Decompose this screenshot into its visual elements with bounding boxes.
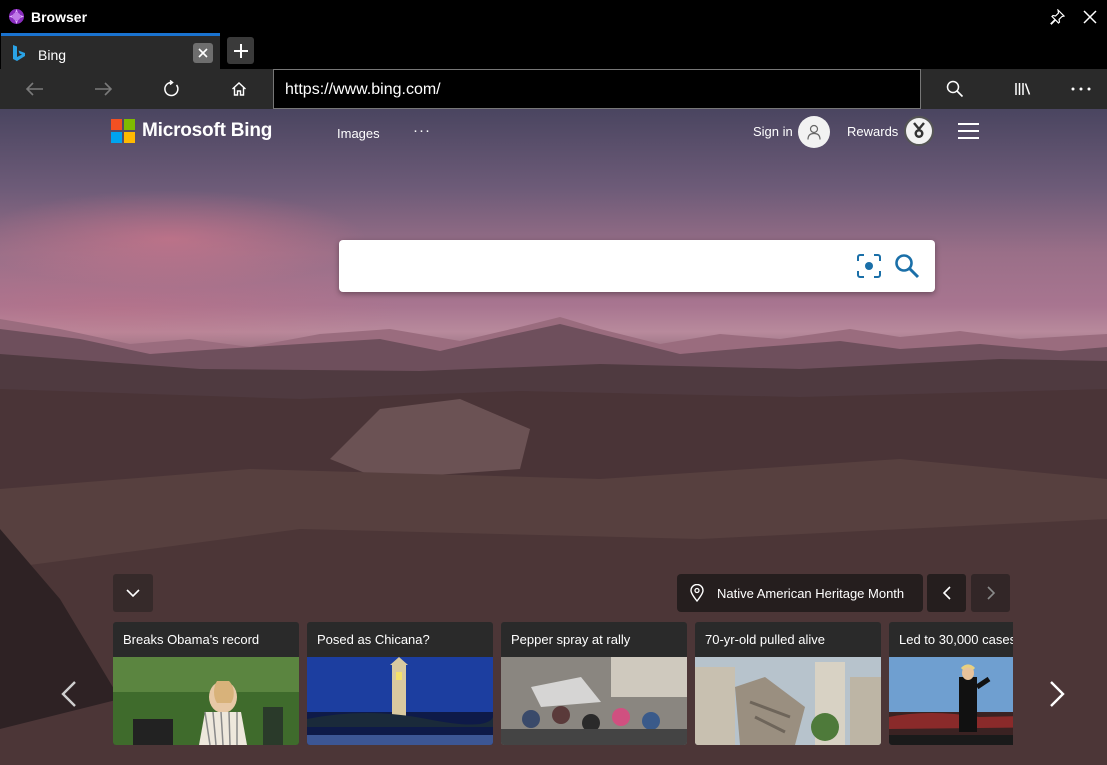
bing-homepage: Microsoft Bing Images ··· Sign in Reward… [0, 109, 1107, 765]
find-button[interactable] [942, 77, 968, 101]
next-image-button[interactable] [971, 574, 1010, 612]
user-icon [807, 124, 821, 140]
arrow-right-icon [95, 82, 112, 96]
news-card-image [307, 657, 493, 745]
new-tab-button[interactable] [227, 37, 254, 64]
news-card[interactable]: Breaks Obama's record [113, 622, 299, 745]
close-icon [198, 48, 208, 58]
back-button[interactable] [22, 77, 48, 101]
refresh-icon [164, 80, 179, 97]
rewards-link[interactable]: Rewards [847, 124, 898, 139]
pin-icon [1050, 9, 1065, 25]
hamburger-line [958, 137, 979, 139]
bing-favicon-icon [13, 45, 25, 61]
close-window-button[interactable] [1079, 6, 1101, 28]
image-topic-label: Native American Heritage Month [717, 586, 905, 601]
microsoft-logo-icon [111, 119, 135, 143]
carousel-next-button[interactable] [1044, 679, 1068, 709]
rewards-badge[interactable] [904, 116, 934, 146]
navigation-bar: https://www.bing.com/ [0, 69, 1107, 109]
sign-in-link[interactable]: Sign in [753, 124, 793, 139]
news-card-title: 70-yr-old pulled alive [705, 632, 825, 647]
tab-close-button[interactable] [193, 43, 213, 63]
forward-button[interactable] [90, 77, 116, 101]
search-box [339, 240, 935, 292]
carousel-previous-button[interactable] [58, 679, 82, 709]
home-icon [232, 82, 246, 96]
image-topic-button[interactable]: Native American Heritage Month [677, 574, 923, 612]
browser-gem-icon [9, 9, 24, 24]
chevron-down-icon [126, 589, 140, 597]
news-card-title: Posed as Chicana? [317, 632, 430, 647]
nav-images-link[interactable]: Images [337, 126, 380, 141]
visual-search-icon[interactable] [856, 253, 882, 279]
news-card[interactable]: Pepper spray at rally [501, 622, 687, 745]
chevron-left-icon [942, 586, 951, 600]
news-card-image [501, 657, 687, 745]
address-bar[interactable]: https://www.bing.com/ [273, 69, 921, 109]
logo-text: Microsoft Bing [142, 120, 273, 141]
home-button[interactable] [226, 77, 252, 101]
avatar[interactable] [798, 116, 830, 148]
window-title: Browser [31, 9, 88, 25]
news-card-image [695, 657, 881, 745]
tab-bing[interactable]: Bing [1, 33, 220, 69]
arrow-left-icon [26, 82, 43, 96]
news-carousel: Breaks Obama's record Posed as Chicana? [113, 622, 1013, 746]
news-card[interactable]: Led to 30,000 cases? [889, 622, 1013, 745]
news-card[interactable]: 70-yr-old pulled alive [695, 622, 881, 745]
news-card[interactable]: Posed as Chicana? [307, 622, 493, 745]
news-card-image [113, 657, 299, 745]
search-icon [946, 80, 964, 98]
search-icon[interactable] [894, 253, 920, 279]
nav-more-button[interactable]: ··· [413, 122, 431, 139]
tab-title: Bing [38, 47, 67, 63]
address-url: https://www.bing.com/ [285, 81, 441, 98]
chevron-right-icon [986, 586, 995, 600]
microsoft-bing-logo[interactable]: Microsoft Bing [111, 119, 272, 143]
title-bar: Browser [0, 0, 1107, 33]
refresh-button[interactable] [158, 77, 184, 101]
news-card-image [889, 657, 1013, 745]
library-button[interactable] [1010, 77, 1036, 101]
browser-window: Browser Bing https://www.bing.com/ Micro… [0, 0, 1107, 765]
rewards-medal-icon [913, 122, 925, 138]
hamburger-line [958, 123, 979, 125]
collapse-feed-button[interactable] [113, 574, 153, 612]
location-pin-icon [690, 584, 704, 602]
news-card-title: Pepper spray at rally [511, 632, 631, 647]
more-options-button[interactable] [1068, 77, 1094, 101]
menu-button[interactable] [958, 123, 979, 139]
pin-window-button[interactable] [1046, 6, 1068, 28]
news-card-title: Led to 30,000 cases? [899, 632, 1013, 647]
hamburger-line [958, 130, 979, 132]
news-card-title: Breaks Obama's record [123, 632, 260, 647]
plus-icon [233, 43, 248, 58]
library-icon [1015, 83, 1031, 95]
close-icon [1083, 10, 1097, 24]
more-horizontal-icon [1071, 87, 1091, 91]
previous-image-button[interactable] [927, 574, 966, 612]
search-input[interactable] [351, 250, 841, 282]
tab-strip: Bing [0, 33, 1107, 69]
